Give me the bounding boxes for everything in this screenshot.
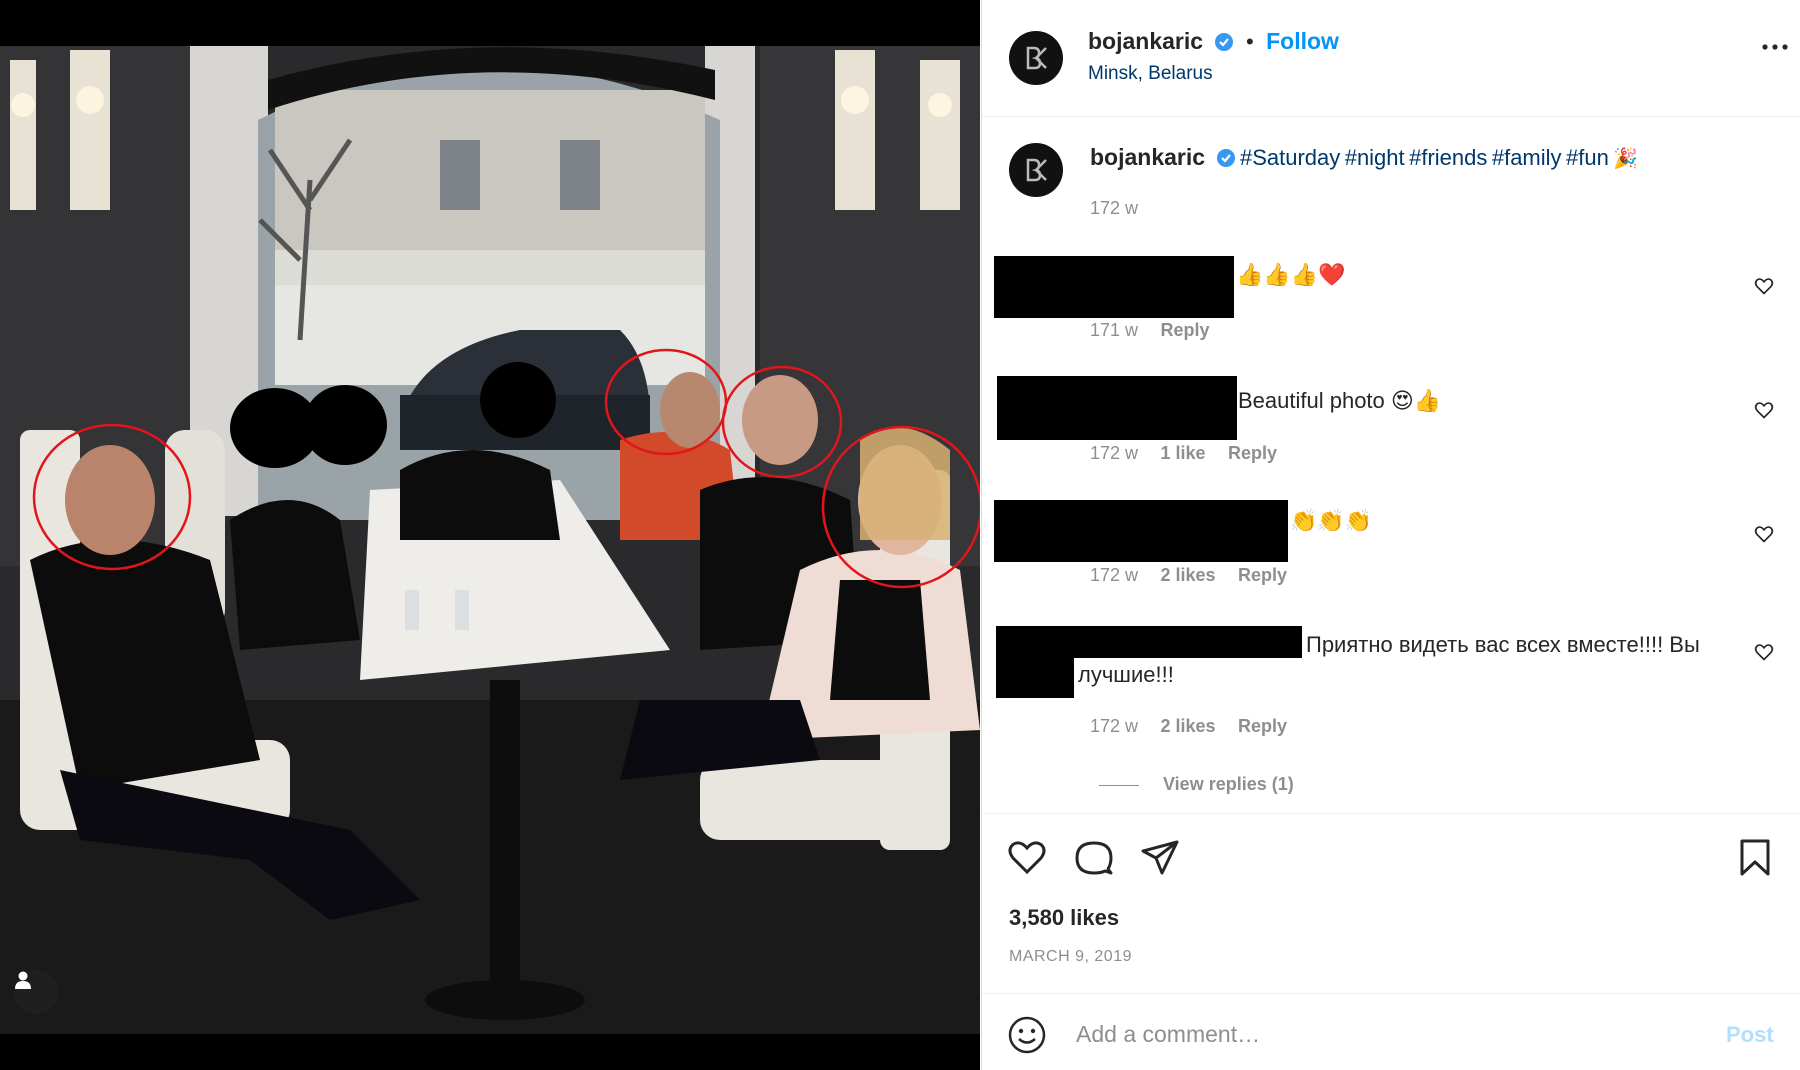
follow-button[interactable]: Follow	[1266, 28, 1339, 54]
post-location[interactable]: Minsk, Belarus	[1088, 63, 1213, 85]
post-photo[interactable]	[0, 0, 980, 1070]
view-replies-button[interactable]: View replies (1)	[1163, 774, 1294, 795]
comment-like-heart-icon[interactable]	[1754, 524, 1774, 544]
comment-box-divider	[982, 993, 1800, 994]
verified-badge-icon	[1216, 148, 1236, 173]
comment-meta: 172 w 1 like Reply	[1090, 443, 1277, 464]
verified-badge-icon	[1214, 32, 1234, 57]
post-date[interactable]: MARCH 9, 2019	[1009, 948, 1132, 966]
reply-button[interactable]: Reply	[1238, 565, 1287, 585]
post-side-panel: bojankaric • Follow Minsk, Belarus bojan…	[981, 0, 1800, 1070]
hashtag-night[interactable]: #night	[1345, 145, 1405, 170]
emoji-icon[interactable]	[1007, 1015, 1047, 1055]
hashtag-friends[interactable]: #friends	[1409, 145, 1487, 170]
comment-like-heart-icon[interactable]	[1754, 276, 1774, 296]
bookmark-icon[interactable]	[1735, 838, 1775, 878]
comment-meta: 172 w 2 likes Reply	[1090, 716, 1287, 737]
comment-timestamp[interactable]: 172 w	[1090, 443, 1138, 463]
comment-timestamp[interactable]: 171 w	[1090, 320, 1138, 340]
comment-text-continued: лучшие!!!	[1078, 662, 1174, 687]
author-username[interactable]: bojankaric	[1088, 28, 1203, 54]
actions-divider	[982, 813, 1800, 814]
separator-dot: •	[1245, 29, 1254, 54]
bk-logo-icon	[1026, 46, 1047, 70]
redacted-avatar-username	[994, 500, 1288, 562]
redacted-avatar-username	[997, 376, 1237, 440]
more-options-icon[interactable]	[1762, 38, 1788, 56]
comment-meta: 172 w 2 likes Reply	[1090, 565, 1287, 586]
comment-like-heart-icon[interactable]	[1754, 400, 1774, 420]
caption-emoji: 🎉	[1613, 148, 1639, 170]
comment-likes[interactable]: 2 likes	[1161, 716, 1216, 736]
caption-avatar[interactable]	[1009, 143, 1063, 197]
author-avatar[interactable]	[1009, 31, 1063, 85]
comment-likes[interactable]: 1 like	[1161, 443, 1206, 463]
add-comment-input[interactable]	[1074, 1016, 1638, 1052]
caption-timestamp[interactable]: 172 w	[1090, 198, 1138, 219]
comment-text: Beautiful photo 😍👍	[1238, 388, 1442, 413]
comment-meta: 171 w Reply	[1090, 320, 1210, 341]
reply-button[interactable]: Reply	[1228, 443, 1277, 463]
share-icon[interactable]	[1140, 838, 1180, 878]
photo-scene	[0, 0, 980, 1070]
reply-button[interactable]: Reply	[1238, 716, 1287, 736]
comment-icon[interactable]	[1074, 838, 1114, 878]
comment-likes[interactable]: 2 likes	[1161, 565, 1216, 585]
comment-timestamp[interactable]: 172 w	[1090, 716, 1138, 736]
comment-text: 👏👏👏	[1290, 508, 1373, 533]
hashtag-fun[interactable]: #fun	[1566, 145, 1609, 170]
caption: bojankaric #Saturday #night #friends #fa…	[1090, 144, 1638, 173]
post-comment-button[interactable]: Post	[1726, 1022, 1774, 1048]
tagged-user-icon[interactable]	[14, 970, 58, 1014]
reply-button[interactable]: Reply	[1161, 320, 1210, 340]
header-divider	[982, 116, 1800, 117]
comment-text: 👍👍👍❤️	[1236, 262, 1346, 287]
comment-text: Приятно видеть вас всех вместе!!!! Вы	[1306, 632, 1700, 657]
replies-line	[1099, 785, 1139, 786]
likes-count[interactable]: 3,580 likes	[1009, 905, 1119, 931]
heart-icon[interactable]	[1007, 838, 1047, 878]
caption-username[interactable]: bojankaric	[1090, 144, 1205, 170]
redacted-avatar	[996, 626, 1074, 698]
hashtag-saturday[interactable]: #Saturday	[1240, 145, 1340, 170]
bk-logo-icon	[1026, 158, 1047, 182]
header-user-row: bojankaric • Follow	[1088, 28, 1339, 57]
comment-like-heart-icon[interactable]	[1754, 642, 1774, 662]
hashtag-family[interactable]: #family	[1492, 145, 1562, 170]
comment-timestamp[interactable]: 172 w	[1090, 565, 1138, 585]
redacted-avatar-username	[994, 256, 1234, 318]
